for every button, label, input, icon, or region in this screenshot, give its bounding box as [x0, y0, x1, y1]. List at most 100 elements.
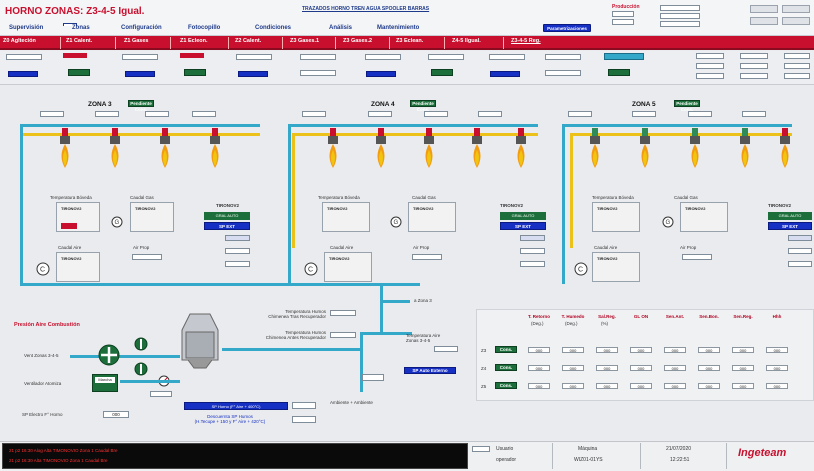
sp-ext-button[interactable]: SP EXT — [500, 222, 546, 230]
air-controller-box[interactable]: TIRONOV2 — [592, 252, 640, 282]
gas-controller-box[interactable]: TIRONOV2 — [130, 202, 174, 232]
parametrizaciones-button[interactable]: Parametrizaciones — [543, 24, 591, 32]
temp-humos-1-field — [330, 310, 356, 316]
air-pipe — [562, 124, 792, 127]
summary-button[interactable] — [490, 71, 520, 77]
summary-button[interactable] — [431, 69, 453, 76]
header-mini-button-4[interactable] — [782, 17, 810, 25]
zone-table: T. Retorno T. Humedo Sal.Reg. GL ON Sen.… — [476, 309, 814, 401]
gas-controller-box[interactable]: TIRONOV2 — [680, 202, 728, 232]
tab-z3-gases2[interactable]: Z3 Gases.2 — [343, 38, 372, 44]
user-label: Usuario — [496, 446, 514, 452]
tab-z3-4-5-reg[interactable]: Z3-4-5 Reg. — [511, 38, 541, 44]
zone-field — [632, 111, 656, 117]
motor-icon[interactable] — [134, 362, 148, 376]
summary-field — [489, 54, 525, 60]
sp-ext-button[interactable]: SP EXT — [204, 222, 250, 230]
table-row-button[interactable]: Cons. — [495, 346, 517, 353]
zone-state-button[interactable]: Pendiente Cons. — [410, 100, 436, 112]
temp-bovedo-label: Temperatura Bóveda — [50, 195, 92, 200]
header-mini-button-3[interactable] — [750, 17, 778, 25]
menu-analisis[interactable]: Análisis — [329, 25, 352, 31]
zone-3-panel: ZONA 3 Pendiente Cons. Temperatura Bóved… — [20, 98, 265, 284]
summary-button[interactable] — [238, 71, 268, 77]
status-date: 21/07/2020 — [666, 446, 692, 452]
table-row-button[interactable]: Cons. — [495, 382, 517, 389]
auto-indicator[interactable]: GRAL AUTO — [204, 212, 250, 220]
tab-z1-eclean[interactable]: Z1 Ecleon. — [180, 38, 208, 44]
zone-5-panel: ZONA 5 Pendiente Cons. Temperatura Bóved… — [562, 98, 814, 284]
menu-supervision[interactable]: Supervisión — [9, 25, 43, 31]
tab-z3-eclean[interactable]: Z3 Eclean. — [396, 38, 423, 44]
vent2-panel[interactable]: Marcha — [92, 374, 118, 392]
summary-button[interactable] — [8, 71, 38, 77]
valve-icon[interactable]: G — [390, 216, 402, 228]
sp-auto-button[interactable]: SP Auto Externo — [404, 367, 456, 374]
temp-controller-box[interactable]: TIRONOV2 — [592, 202, 640, 232]
svg-text:G: G — [115, 220, 120, 226]
menu-fotocopillo[interactable]: Fotocopillo — [188, 25, 220, 31]
zone-title: ZONA 4 — [371, 101, 395, 108]
table-cell: 000 — [630, 347, 652, 353]
zone-field — [688, 111, 712, 117]
menu-configuracion[interactable]: Configuración — [121, 25, 162, 31]
summary-button[interactable] — [366, 71, 396, 77]
sp-horno-indicator[interactable]: SP Horno (F° Aire + 400°C) — [184, 402, 288, 410]
table-cell: 000 — [664, 365, 686, 371]
summary-field — [696, 63, 724, 69]
sp-field — [520, 235, 545, 241]
tab-z1-calent[interactable]: Z1 Calent. — [66, 38, 92, 44]
gas-controller-box[interactable]: TIRONOV2 — [408, 202, 456, 232]
alarm-panel[interactable]: 21 p2 16:30 Alog Alta TIMONOVIO Zona 1 C… — [2, 443, 468, 469]
air-valve-icon[interactable]: C — [36, 262, 50, 276]
summary-button[interactable] — [68, 69, 90, 76]
sp-electro-field[interactable]: 000 — [103, 411, 129, 418]
alarm-row[interactable]: 21 p2 16:30 Alta TIMONOVIO Zona 1 Caudal… — [9, 458, 107, 463]
air-pipe — [288, 124, 291, 284]
tab-z3-gases1[interactable]: Z3 Gases.1 — [290, 38, 319, 44]
air-controller-box[interactable]: TIRONOV2 — [56, 252, 100, 282]
tab-z1-gases[interactable]: Z1 Gases — [124, 38, 148, 44]
zone-state-button[interactable]: Pendiente Cons. — [128, 100, 154, 112]
temp-controller-box[interactable]: TIRONOV2 — [322, 202, 370, 232]
valve-icon[interactable]: G — [111, 216, 123, 228]
summary-button[interactable] — [125, 71, 155, 77]
caudal-aire-label: Caudal Aire — [594, 245, 618, 250]
svg-text:C: C — [308, 267, 313, 274]
air-valve-icon[interactable]: C — [304, 262, 318, 276]
valve-icon[interactable]: G — [662, 216, 674, 228]
air-valve-icon[interactable]: C — [574, 262, 588, 276]
tab-z2-calent[interactable]: Z2 Calent. — [235, 38, 261, 44]
alarm-row[interactable]: 21 p2 16:30 Alog Alta TIMONOVIO Zona 1 C… — [9, 448, 117, 453]
summary-button[interactable] — [184, 69, 206, 76]
production-field-2 — [612, 19, 634, 25]
burner-icon — [210, 128, 220, 168]
zone-field — [478, 111, 502, 117]
summary-button[interactable] — [608, 69, 630, 76]
air-controller-box[interactable]: TIRONOV2 — [324, 252, 372, 282]
motor-icon[interactable] — [134, 337, 148, 351]
auto-indicator[interactable]: GRAL AUTO — [768, 212, 812, 220]
menu-mantenimiento[interactable]: Mantenimiento — [377, 25, 419, 31]
temp-controller-box[interactable]: TIRONOV2 — [56, 202, 100, 232]
auto-indicator[interactable]: GRAL AUTO — [500, 212, 546, 220]
table-unit: (Deg.) — [531, 321, 544, 326]
sp-horno-field — [292, 402, 316, 409]
marcha-button[interactable]: Marcha — [95, 377, 115, 383]
burner-icon — [640, 128, 650, 168]
menu-condiciones[interactable]: Condiciones — [255, 25, 291, 31]
burner-row — [60, 128, 220, 168]
fan-icon[interactable] — [98, 344, 120, 366]
tab-z0[interactable]: Z0 Aglteción — [3, 38, 36, 44]
header-mini-button-2[interactable] — [782, 5, 810, 13]
menu-zonas[interactable]: Zonas — [72, 25, 90, 31]
tab-z4-5-igual[interactable]: Z4-5 Ilgual. — [452, 38, 481, 44]
burner-icon — [780, 128, 790, 168]
regulator-label: TIRONOV2 — [500, 203, 524, 208]
table-row-button[interactable]: Cons. — [495, 364, 517, 371]
tab-separator — [335, 37, 336, 49]
sp-ext-button[interactable]: SP EXT — [768, 222, 812, 230]
status-divider — [552, 443, 553, 469]
header-mini-button-1[interactable] — [750, 5, 778, 13]
zone-state-button[interactable]: Pendiente Cons. — [674, 100, 700, 112]
